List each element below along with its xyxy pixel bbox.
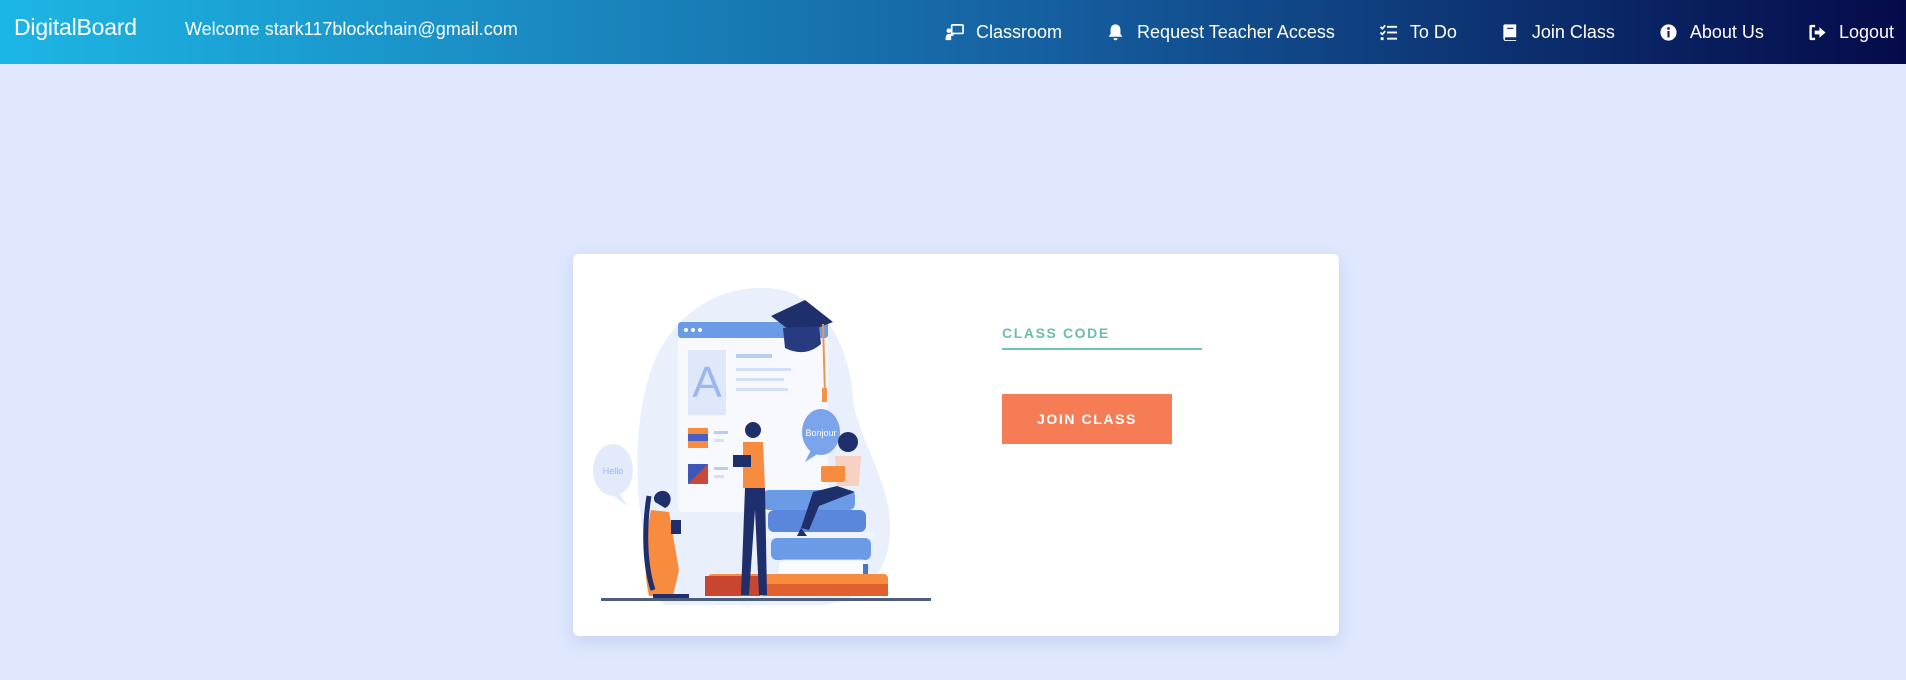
welcome-text: Welcome stark117blockchain@gmail.com [185,19,518,39]
join-class-button[interactable]: JOIN CLASS [1002,394,1172,444]
nav-item-request-teacher-access[interactable]: Request Teacher Access [1106,22,1335,43]
checklist-icon [1379,24,1397,40]
bell-icon [1108,23,1123,40]
students-studying-illustration: A Bonjour Hello [593,287,931,605]
join-class-card: A Bonjour Hello CLASS CODE JOIN CLASS [573,254,1339,636]
sign-out-icon [1809,24,1826,40]
info-circle-icon [1660,23,1677,41]
brand-logo[interactable]: DigitalBoard [14,14,137,41]
chalkboard-user-icon [945,23,964,40]
nav-item-label: Request Teacher Access [1137,21,1335,42]
bubble-bonjour: Bonjour [805,428,836,438]
nav-item-logout[interactable]: Logout [1808,22,1894,43]
nav-item-label: To Do [1409,21,1457,42]
nav-item-label: Classroom [976,21,1063,42]
board-letter: A [692,358,722,407]
nav-item-classroom[interactable]: Classroom [945,22,1062,43]
top-navbar: DigitalBoard Welcome stark117blockchain@… [0,0,1906,64]
nav-item-join-class[interactable]: Join Class [1501,22,1615,43]
bubble-hello: Hello [603,466,624,476]
nav-links: Classroom Request Teacher Access To Do J… [901,0,1894,64]
nav-item-label: Join Class [1531,21,1615,42]
class-code-field [1002,324,1202,350]
book-icon [1503,23,1517,41]
nav-item-label: About Us [1689,21,1764,42]
nav-item-label: Logout [1838,21,1894,42]
class-code-input[interactable] [1002,324,1202,350]
nav-item-about-us[interactable]: About Us [1659,22,1764,43]
nav-item-to-do[interactable]: To Do [1379,22,1457,43]
join-class-form: JOIN CLASS [1002,324,1202,444]
